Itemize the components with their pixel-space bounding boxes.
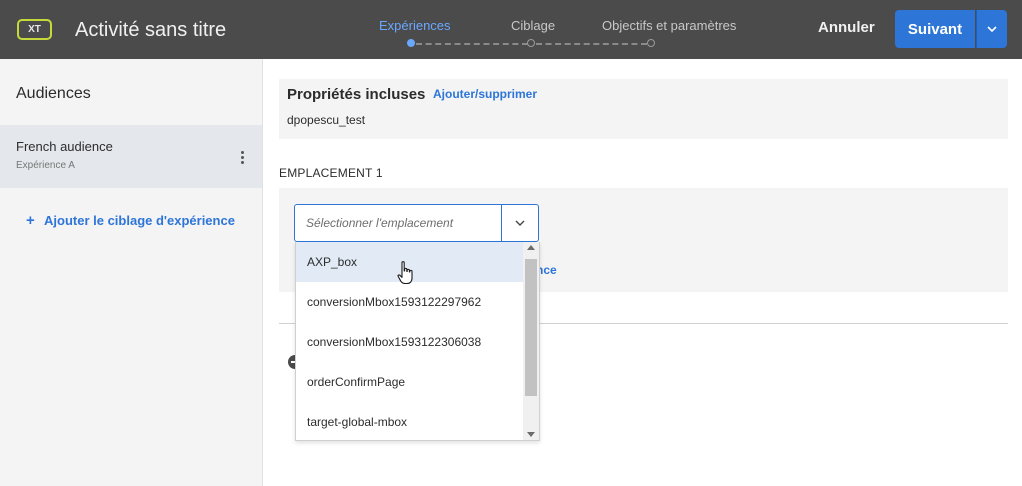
step-dot-experiences[interactable] [407,39,415,47]
step-dot-goals[interactable] [647,39,655,47]
properties-title: Propriétés incluses [287,86,426,103]
add-remove-properties-link[interactable]: Ajouter/supprimer [433,87,537,101]
scrollbar-thumb[interactable] [525,259,537,396]
dropdown-scrollbar[interactable] [523,242,539,440]
chevron-down-icon [515,220,525,226]
location-select-input[interactable] [295,205,501,241]
location-dropdown-list: AXP_box conversionMbox1593122297962 conv… [295,242,540,441]
audience-sidebar: Audiences French audience Expérience A +… [0,59,263,486]
add-experience-targeting-link[interactable]: + Ajouter le ciblage d'expérience [26,212,235,229]
audience-name: French audience [16,139,113,154]
add-targeting-label: Ajouter le ciblage d'expérience [44,213,235,228]
dropdown-option[interactable]: orderConfirmPage [296,362,523,402]
location-label: EMPLACEMENT 1 [279,166,383,180]
dropdown-option[interactable]: conversionMbox1593122306038 [296,322,523,362]
chevron-down-icon [987,26,997,32]
activity-type-badge: XT [17,19,52,40]
step-dot-targeting[interactable] [527,39,535,47]
scroll-up-arrow-icon[interactable] [527,245,535,250]
step-experiences[interactable]: Expériences [379,18,451,33]
property-value: dpopescu_test [287,113,366,127]
sidebar-title: Audiences [16,85,91,102]
next-button[interactable]: Suivant [895,10,975,48]
location-select-toggle[interactable] [501,205,538,241]
top-header: XT Activité sans titre Expériences Cibla… [0,0,1022,59]
location-select[interactable] [294,204,539,242]
more-options-icon[interactable] [238,151,246,165]
dropdown-option[interactable]: target-global-mbox [296,402,523,440]
next-options-button[interactable] [976,10,1007,48]
audience-item-french[interactable]: French audience Expérience A [0,125,262,188]
hand-cursor-icon [397,261,413,285]
dropdown-option[interactable]: conversionMbox1593122297962 [296,282,523,322]
workflow-steps: Expériences Ciblage Objectifs et paramèt… [370,18,740,48]
step-connector [416,42,528,45]
step-connector [536,42,647,45]
included-properties-panel: Propriétés incluses Ajouter/supprimer dp… [279,79,1008,139]
audience-experience: Expérience A [16,160,75,171]
cancel-button[interactable]: Annuler [818,19,875,36]
plus-icon: + [26,212,35,229]
step-goals-settings[interactable]: Objectifs et paramètres [602,18,736,33]
step-targeting[interactable]: Ciblage [511,18,555,33]
activity-title[interactable]: Activité sans titre [75,19,226,42]
scroll-down-arrow-icon[interactable] [527,432,535,437]
